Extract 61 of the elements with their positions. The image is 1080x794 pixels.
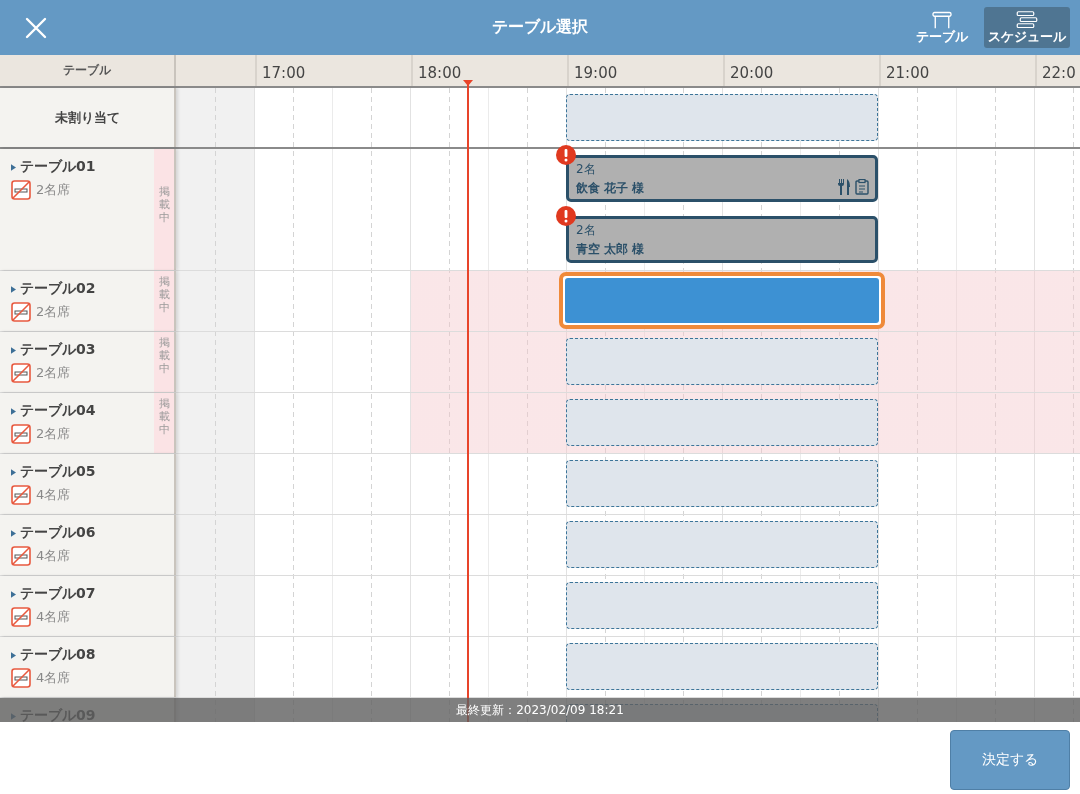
selected-slot[interactable]	[559, 272, 885, 329]
guest-name: 青空 太郎 様	[576, 241, 646, 258]
no-smoking-icon	[11, 485, 31, 505]
empty-slot[interactable]	[566, 582, 878, 629]
close-icon[interactable]	[25, 16, 47, 39]
no-smoking-icon	[11, 607, 31, 627]
empty-slot[interactable]	[566, 338, 878, 385]
guest-count: 2名	[576, 161, 597, 178]
no-smoking-icon	[11, 180, 31, 200]
expand-icon	[11, 163, 16, 171]
listing-status: 掲載中	[154, 271, 174, 331]
hour-label: 22:0	[1035, 55, 1080, 86]
table-name[interactable]: テーブル03	[11, 341, 154, 359]
view-tab[interactable]: スケジュール	[984, 7, 1070, 48]
empty-slot[interactable]	[566, 399, 878, 446]
expand-icon	[11, 529, 16, 537]
seat-count: 2名席	[36, 425, 71, 443]
seat-count: 4名席	[36, 669, 71, 687]
expand-icon	[11, 285, 16, 293]
listing-status: 掲載中	[154, 332, 174, 392]
table-name[interactable]: テーブル01	[11, 158, 154, 176]
table-name[interactable]: テーブル07	[11, 585, 174, 603]
last-updated: 最終更新：2023/02/09 18:21	[456, 701, 624, 719]
table-name[interactable]: テーブル08	[11, 646, 174, 664]
seat-count: 4名席	[36, 486, 71, 504]
listing-status: 掲載中	[154, 149, 174, 270]
no-smoking-icon	[11, 546, 31, 566]
reservation-card[interactable]: 2名 青空 太郎 様	[566, 216, 878, 263]
guest-count: 2名	[576, 222, 597, 239]
unassigned-label: 未割り当て	[0, 88, 176, 147]
expand-icon	[11, 346, 16, 354]
table-name[interactable]: テーブル04	[11, 402, 154, 420]
guest-name: 飲食 花子 様	[576, 180, 646, 197]
column-header: テーブル	[0, 55, 176, 86]
seat-count: 4名席	[36, 608, 71, 626]
listing-status: 掲載中	[154, 393, 174, 453]
no-smoking-icon	[11, 424, 31, 444]
hour-label: 20:00	[723, 55, 879, 86]
no-smoking-icon	[11, 302, 31, 322]
table-name[interactable]: テーブル05	[11, 463, 174, 481]
empty-slot[interactable]	[566, 643, 878, 690]
page-title: テーブル選択	[492, 17, 588, 38]
empty-slot[interactable]	[566, 460, 878, 507]
hour-label: 17:00	[255, 55, 411, 86]
expand-icon	[11, 590, 16, 598]
empty-slot[interactable]	[566, 521, 878, 568]
expand-icon	[11, 651, 16, 659]
reservation-card[interactable]: 2名 飲食 花子 様	[566, 155, 878, 202]
expand-icon	[11, 468, 16, 476]
seat-count: 2名席	[36, 364, 71, 382]
no-smoking-icon	[11, 668, 31, 688]
hour-label: 19:00	[567, 55, 723, 86]
empty-slot[interactable]	[566, 94, 878, 141]
expand-icon	[11, 407, 16, 415]
seat-count: 2名席	[36, 303, 71, 321]
seat-count: 2名席	[36, 181, 71, 199]
hour-label: 21:00	[879, 55, 1035, 86]
no-smoking-icon	[11, 363, 31, 383]
table-name[interactable]: テーブル02	[11, 280, 154, 298]
table-name[interactable]: テーブル06	[11, 524, 174, 542]
seat-count: 4名席	[36, 547, 71, 565]
